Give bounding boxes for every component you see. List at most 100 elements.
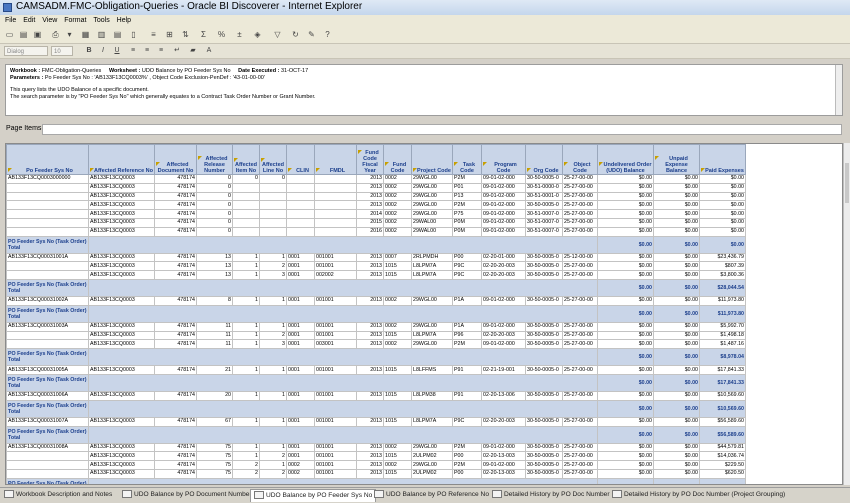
table-cell[interactable]: $3,800.36 — [699, 270, 746, 280]
table-icon[interactable]: ▦ — [80, 29, 91, 40]
column-header[interactable]: Paid Expenses — [699, 144, 746, 175]
table-cell[interactable]: $0.00 — [597, 252, 654, 263]
table-cell[interactable]: 478174 — [154, 451, 197, 462]
table-cell[interactable]: 001001 — [314, 416, 357, 427]
table-cell[interactable]: 25-27-00-00 — [562, 321, 598, 332]
table-cell[interactable]: AB133F13CQ0003 — [88, 200, 155, 211]
table-cell[interactable]: 0001 — [286, 339, 315, 350]
table-cell[interactable]: $807.39 — [699, 261, 746, 272]
table-cell[interactable] — [6, 217, 89, 228]
table-cell[interactable]: 0001 — [286, 365, 315, 375]
table-cell[interactable]: 25-27-00-00 — [562, 174, 598, 184]
table-cell[interactable]: 0002 — [383, 442, 412, 453]
table-cell[interactable]: $0.00 — [653, 217, 700, 228]
table-cell[interactable]: $0.00 — [597, 339, 654, 350]
table-cell[interactable]: 0 — [196, 209, 233, 219]
table-cell[interactable]: 001001 — [314, 261, 357, 272]
table-cell[interactable]: 2013 — [356, 182, 384, 193]
table-cell[interactable] — [6, 182, 89, 193]
table-cell[interactable]: 75 — [196, 451, 233, 462]
table-cell[interactable] — [314, 200, 357, 211]
table-cell[interactable]: 25-27-00-00 — [562, 468, 598, 479]
table-cell[interactable]: 0001 — [286, 416, 315, 427]
table-cell[interactable]: 25-27-00-00 — [562, 191, 598, 202]
table-cell[interactable]: 30-50-0005-0 — [525, 261, 563, 272]
table-cell[interactable]: 29WGL00 — [411, 460, 453, 470]
table-cell[interactable]: 001001 — [314, 442, 357, 453]
align-center-icon[interactable]: ≡ — [142, 46, 152, 56]
menu-help[interactable]: Help — [117, 15, 131, 26]
refresh-icon[interactable]: ↻ — [290, 29, 301, 40]
table-cell[interactable]: 001001 — [314, 460, 357, 470]
table-cell[interactable] — [6, 261, 89, 272]
column-header[interactable]: Undelivered Order (UDO) Balance — [597, 144, 654, 175]
table-cell[interactable]: 13 — [196, 261, 233, 272]
table-cell[interactable]: 67 — [196, 416, 233, 427]
table-cell[interactable]: $0.00 — [597, 460, 654, 470]
filter-icon[interactable]: ▽ — [272, 29, 283, 40]
table-cell[interactable]: 478174 — [154, 390, 197, 401]
table-cell[interactable]: $0.00 — [699, 209, 746, 219]
table-cell[interactable]: 0001 — [286, 330, 315, 341]
table-cell[interactable]: $0.00 — [653, 209, 700, 219]
table-cell[interactable]: 13 — [196, 270, 233, 280]
table-cell[interactable]: 25-27-00-00 — [562, 451, 598, 462]
table-cell[interactable]: 1015 — [383, 468, 412, 479]
table-cell[interactable]: $10,569.60 — [699, 390, 746, 401]
column-header[interactable]: Affected Reference No — [88, 144, 155, 175]
table-cell[interactable]: $0.00 — [653, 468, 700, 479]
table-cell[interactable]: AB133F13CQ0003 — [88, 217, 155, 228]
table-cell[interactable]: $0.00 — [653, 451, 700, 462]
table-cell[interactable]: 8 — [196, 295, 233, 306]
table-cell[interactable]: 2 — [259, 261, 287, 272]
table-cell[interactable]: 001001 — [314, 321, 357, 332]
table-cell[interactable]: $0.00 — [699, 217, 746, 228]
table-cell[interactable] — [6, 460, 89, 470]
italic-button[interactable]: I — [98, 46, 108, 56]
table-cell[interactable]: 25-27-00-00 — [562, 217, 598, 228]
table-cell[interactable] — [259, 200, 287, 211]
table-cell[interactable]: 25-12-00-00 — [562, 252, 598, 263]
table-cell[interactable]: 0002 — [383, 209, 412, 219]
table-cell[interactable]: $0.00 — [699, 226, 746, 237]
table-cell[interactable] — [6, 200, 89, 211]
table-cell[interactable]: 30-50-0005-0 — [525, 252, 563, 263]
table-cell[interactable]: $0.00 — [653, 442, 700, 453]
table-cell[interactable]: 25-27-00-00 — [562, 442, 598, 453]
chart-icon[interactable]: ▯ — [128, 29, 139, 40]
table-cell[interactable]: 1 — [259, 416, 287, 427]
table-cell[interactable] — [232, 209, 260, 219]
table-cell[interactable]: 2 — [259, 468, 287, 479]
column-header[interactable]: Affected Item No — [232, 144, 260, 175]
new-icon[interactable]: ▭ — [4, 29, 15, 40]
table-cell[interactable]: AB133F13CQ0003 — [88, 339, 155, 350]
table-cell[interactable]: 0002 — [383, 226, 412, 237]
table-cell[interactable]: $0.00 — [597, 390, 654, 401]
table-cell[interactable]: 29WGL00 — [411, 182, 453, 193]
table-cell[interactable] — [286, 182, 315, 193]
table-cell[interactable]: 2013 — [356, 261, 384, 272]
table-cell[interactable]: $0.00 — [653, 174, 700, 184]
table-cell[interactable]: 0002 — [383, 321, 412, 332]
table-cell[interactable]: 30-50-0005-0 — [525, 321, 563, 332]
column-header[interactable]: Affected Release Number — [196, 144, 233, 175]
table-cell[interactable]: 1 — [259, 460, 287, 470]
table-cell[interactable]: 11 — [196, 321, 233, 332]
table-cell[interactable]: AB133F13CQ0003 — [88, 191, 155, 202]
table-cell[interactable]: 478174 — [154, 217, 197, 228]
table-cell[interactable]: 0 — [196, 217, 233, 228]
table-cell[interactable]: 0 — [259, 174, 287, 184]
tab-udo-by-po-document[interactable]: UDO Balance by PO Document Number — [122, 489, 252, 501]
table-cell[interactable]: 13 — [196, 252, 233, 263]
table-cell[interactable]: 2015 — [356, 217, 384, 228]
table-cell[interactable]: 25-27-00-00 — [562, 226, 598, 237]
table-cell[interactable]: AB133F13CQ0003 — [88, 330, 155, 341]
table-cell[interactable]: $0.00 — [653, 416, 700, 427]
fill-color-icon[interactable]: ▰ — [188, 46, 198, 56]
table-cell[interactable]: $0.00 — [597, 261, 654, 272]
wrap-icon[interactable]: ↵ — [172, 46, 182, 56]
menu-file[interactable]: File — [5, 15, 16, 26]
table-cell[interactable]: 2013 — [356, 174, 384, 184]
table-cell[interactable]: 30-50-0005-0 — [525, 295, 563, 306]
table-cell[interactable]: P9C — [452, 270, 482, 280]
